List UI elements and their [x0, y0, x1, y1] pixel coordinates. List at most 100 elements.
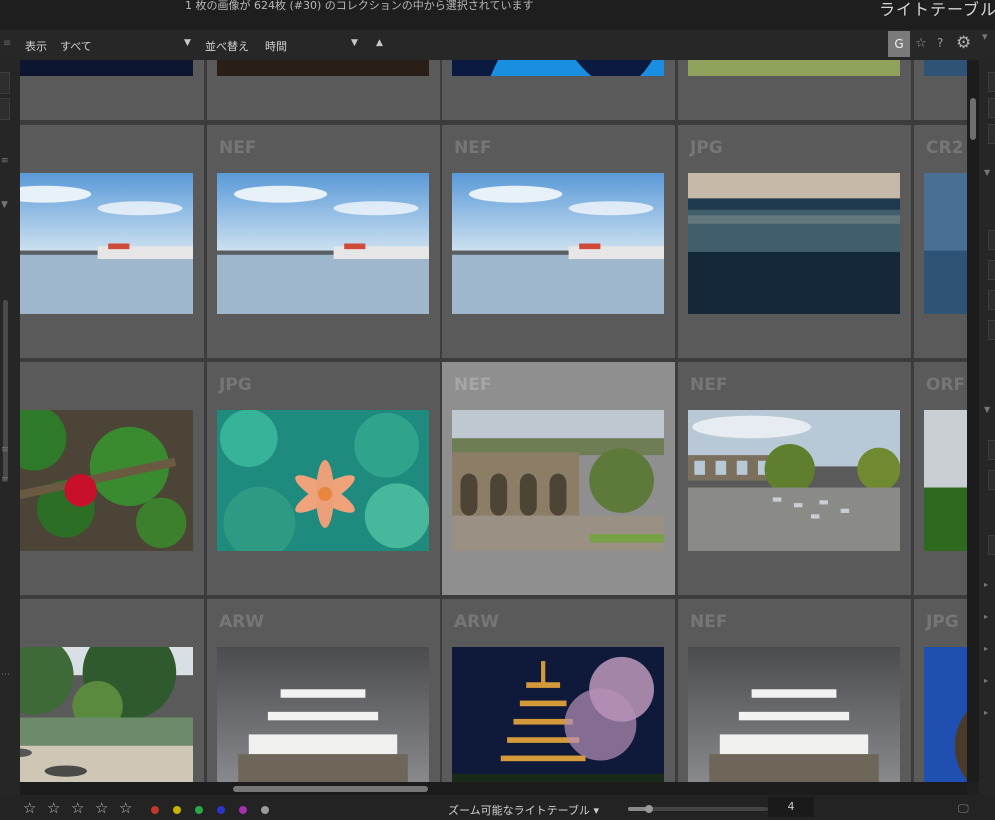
rating-star-5[interactable]: ☆: [119, 799, 132, 817]
top-status-bar: 1 枚の画像が 624枚 (#30) のコレクションの中から選択されています ラ…: [0, 0, 995, 30]
rating-star-1[interactable]: ☆: [23, 799, 36, 817]
expand-arrow-icon[interactable]: ▸: [984, 708, 988, 717]
thumbnail-image[interactable]: [20, 410, 193, 551]
thumbnail-grid[interactable]: NEF NEF JPG CR2 JPG NEF NEF ORF ARW ARW …: [20, 60, 967, 782]
thumbnail-cell[interactable]: [442, 60, 675, 120]
file-format-label: NEF: [690, 612, 728, 632]
monitor-icon[interactable]: 🖵: [958, 802, 969, 816]
thumbnail-cell[interactable]: NEF: [442, 362, 675, 595]
vertical-scrollbar[interactable]: [967, 60, 979, 782]
color-label-purple[interactable]: [239, 806, 247, 814]
thumbnail-cell[interactable]: ORF: [914, 362, 967, 595]
chevron-down-icon[interactable]: ▾: [982, 30, 988, 43]
left-panel-collapsed: ≡ ▼ ≡ ≡ ⋯: [0, 60, 20, 795]
thumbnail-image[interactable]: [20, 60, 193, 76]
thumbnail-image[interactable]: [452, 410, 664, 551]
right-panel-widget[interactable]: [988, 535, 995, 555]
thumbnail-cell[interactable]: JPG: [914, 599, 967, 782]
color-label-green[interactable]: [195, 806, 203, 814]
right-panel-widget[interactable]: [988, 124, 995, 144]
vertical-scroll-thumb[interactable]: [970, 98, 976, 140]
module-title[interactable]: ライトテーブル: [879, 0, 995, 20]
chevron-down-icon[interactable]: ▼: [351, 38, 358, 48]
thumbnail-image[interactable]: [217, 173, 429, 314]
left-panel-widget[interactable]: [0, 98, 10, 120]
thumbnail-image[interactable]: [452, 173, 664, 314]
collapse-arrow-icon[interactable]: ▼: [984, 405, 990, 414]
help-icon[interactable]: ?: [937, 36, 943, 50]
right-panel-widget[interactable]: [988, 440, 995, 460]
thumbnail-cell[interactable]: JPG: [207, 362, 440, 595]
horizontal-scrollbar[interactable]: [20, 782, 967, 795]
expand-arrow-icon[interactable]: ▸: [984, 676, 988, 685]
zoom-value-field[interactable]: 4: [768, 797, 814, 817]
thumbnail-image[interactable]: [688, 173, 900, 314]
thumbnail-cell[interactable]: [207, 60, 440, 120]
thumbnail-image[interactable]: [217, 60, 429, 76]
right-panel-widget[interactable]: [988, 230, 995, 250]
thumbnail-image[interactable]: [924, 410, 967, 551]
thumbnail-cell[interactable]: [678, 60, 911, 120]
right-panel-widget[interactable]: [988, 320, 995, 340]
thumbnail-image[interactable]: [217, 410, 429, 551]
right-panel-widget[interactable]: [988, 470, 995, 490]
color-label-gray[interactable]: [261, 806, 269, 814]
rating-star-2[interactable]: ☆: [47, 799, 60, 817]
thumbnail-cell[interactable]: [20, 599, 204, 782]
thumbnail-cell[interactable]: ARW: [442, 599, 675, 782]
thumbnail-cell[interactable]: NEF: [442, 125, 675, 358]
zoom-slider[interactable]: [628, 805, 768, 813]
color-label-blue[interactable]: [217, 806, 225, 814]
zoom-slider-handle[interactable]: [645, 805, 653, 813]
thumbnail-image[interactable]: [452, 60, 664, 76]
show-filter-dropdown[interactable]: すべて: [60, 38, 92, 54]
thumbnail-cell[interactable]: [20, 125, 204, 358]
chevron-down-icon[interactable]: ▼: [184, 38, 191, 48]
rating-star-3[interactable]: ☆: [71, 799, 84, 817]
sort-dropdown[interactable]: 時間: [265, 38, 287, 54]
thumbnail-image[interactable]: [217, 647, 429, 782]
thumbnail-image[interactable]: [924, 173, 967, 314]
collapse-arrow-icon[interactable]: ▼: [984, 168, 990, 177]
expand-arrow-icon[interactable]: ▸: [984, 612, 988, 621]
collapse-arrow-icon[interactable]: ▼: [1, 200, 8, 210]
thumbnail-cell[interactable]: CR2: [914, 125, 967, 358]
more-icon[interactable]: ⋯: [1, 670, 10, 680]
color-label-red[interactable]: [151, 806, 159, 814]
sort-direction-icon[interactable]: ▲: [376, 38, 383, 48]
left-panel-widget[interactable]: [0, 72, 10, 94]
thumbnail-image[interactable]: [688, 60, 900, 76]
right-panel-widget[interactable]: [988, 72, 995, 92]
star-icon[interactable]: ☆: [915, 36, 927, 51]
grip-icon: ≡: [1, 475, 9, 485]
grouping-button[interactable]: G: [888, 31, 910, 57]
thumbnail-image[interactable]: [688, 410, 900, 551]
thumbnail-image[interactable]: [688, 647, 900, 782]
expand-arrow-icon[interactable]: ▸: [984, 580, 988, 589]
file-format-label: NEF: [454, 138, 492, 158]
right-panel-widget[interactable]: [988, 260, 995, 280]
expand-arrow-icon[interactable]: ▸: [984, 644, 988, 653]
rating-star-4[interactable]: ☆: [95, 799, 108, 817]
color-label-yellow[interactable]: [173, 806, 181, 814]
gear-icon[interactable]: ⚙: [956, 33, 971, 53]
thumbnail-image[interactable]: [20, 173, 193, 314]
thumbnail-image[interactable]: [20, 647, 193, 782]
thumbnail-cell[interactable]: NEF: [207, 125, 440, 358]
thumbnail-cell[interactable]: ARW: [207, 599, 440, 782]
thumbnail-image[interactable]: [452, 647, 664, 782]
grip-icon: ≡: [3, 38, 12, 49]
thumbnail-cell[interactable]: NEF: [678, 362, 911, 595]
right-panel-widget[interactable]: [988, 98, 995, 118]
thumbnail-image[interactable]: [924, 647, 967, 782]
zoom-mode-dropdown[interactable]: ズーム可能なライトテーブル ▾: [448, 802, 599, 818]
file-format-label: ARW: [454, 612, 499, 632]
thumbnail-cell[interactable]: NEF: [678, 599, 911, 782]
horizontal-scroll-thumb[interactable]: [233, 786, 428, 792]
thumbnail-cell[interactable]: [20, 362, 204, 595]
right-panel-widget[interactable]: [988, 290, 995, 310]
thumbnail-cell[interactable]: JPG: [678, 125, 911, 358]
thumbnail-image[interactable]: [924, 60, 967, 76]
thumbnail-cell[interactable]: [914, 60, 967, 120]
thumbnail-cell[interactable]: [20, 60, 204, 120]
